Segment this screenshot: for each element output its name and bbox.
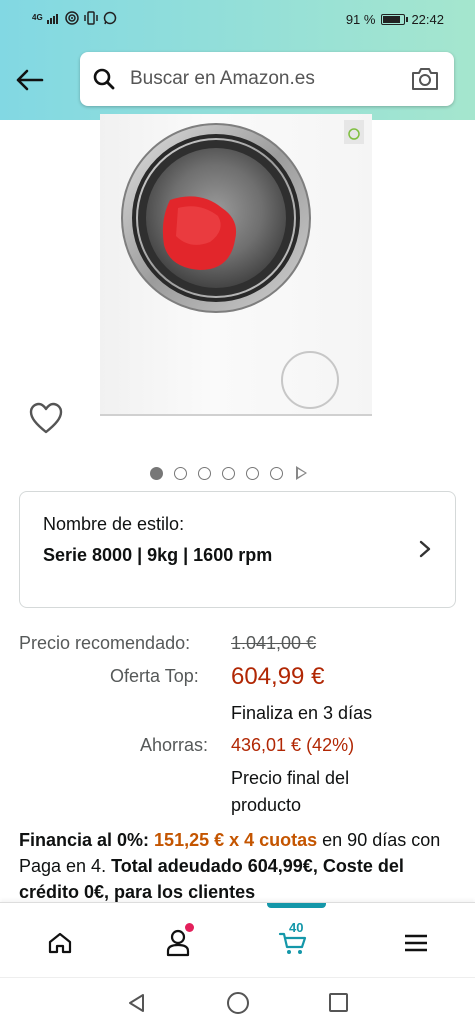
video-play-icon[interactable] xyxy=(296,466,307,480)
search-icon xyxy=(93,68,115,90)
vibrate-icon xyxy=(83,11,98,25)
search-input[interactable]: Buscar en Amazon.es xyxy=(130,68,315,90)
final-price-note: Precio final del producto xyxy=(231,768,350,815)
signal-icon xyxy=(46,14,58,24)
whatsapp-icon xyxy=(103,11,116,25)
home-icon xyxy=(48,932,72,954)
status-icons-right: 91 % 22:42 xyxy=(346,12,444,27)
financing-info: Financia al 0%: 151,25 € x 4 cuotas en 9… xyxy=(19,827,459,905)
offer-price: 604,99 € xyxy=(231,663,325,690)
battery-icon xyxy=(381,14,409,25)
savings-label: Ahorras: xyxy=(140,735,209,755)
cart-active-indicator xyxy=(267,903,326,908)
carousel-dot[interactable] xyxy=(150,466,163,480)
recommended-price-label: Precio recomendado: xyxy=(19,633,191,653)
product-image[interactable] xyxy=(100,114,372,416)
carousel-dot[interactable] xyxy=(270,466,283,480)
back-button[interactable] xyxy=(12,62,48,98)
status-icons-left: 4G xyxy=(32,11,117,25)
status-bar: 4G 91 % 22:42 xyxy=(0,0,475,40)
style-selector[interactable]: Nombre de estilo: Serie 8000 | 9kg | 160… xyxy=(19,491,456,608)
bottom-nav xyxy=(0,902,475,977)
battery-text: 91 % xyxy=(345,12,376,27)
search-bar[interactable]: Buscar en Amazon.es xyxy=(80,52,454,106)
notification-dot xyxy=(185,923,194,932)
washing-machine-illustration xyxy=(121,120,364,409)
hotspot-icon xyxy=(64,11,79,25)
camera-icon[interactable] xyxy=(410,66,440,92)
carousel-dot[interactable] xyxy=(198,466,211,480)
savings-value: 436,01 € (42%) xyxy=(231,735,355,755)
recommended-price-value: 1.041,00 € xyxy=(231,633,317,653)
android-nav-bar xyxy=(0,977,475,1029)
heart-icon[interactable] xyxy=(28,401,64,435)
offer-ends: Finaliza en 3 días xyxy=(231,703,373,723)
cart-count: 40 xyxy=(289,920,304,935)
financing-installments[interactable]: 151,25 € x 4 cuotas xyxy=(154,830,317,850)
nav-account[interactable] xyxy=(158,923,198,963)
hamburger-menu-icon xyxy=(405,934,427,952)
battery-fill xyxy=(383,16,401,23)
carousel-dot[interactable] xyxy=(174,466,187,480)
nav-home[interactable] xyxy=(40,923,80,963)
arrow-left-icon xyxy=(16,69,44,91)
offer-label: Oferta Top: xyxy=(110,666,199,686)
system-back-icon[interactable] xyxy=(126,992,148,1014)
nav-menu[interactable] xyxy=(396,923,436,963)
clock: 22:42 xyxy=(411,12,444,27)
header: 4G 91 % 22:42 Buscar en Amazon.es xyxy=(0,0,475,120)
system-recents-icon[interactable] xyxy=(329,993,348,1012)
carousel-dot[interactable] xyxy=(246,466,259,480)
user-icon xyxy=(166,929,190,957)
chevron-right-icon xyxy=(419,540,431,558)
screen: 4G 91 % 22:42 Buscar en Amazon.es Nombre… xyxy=(0,0,475,1029)
style-label: Nombre de estilo: xyxy=(43,514,185,534)
network-label: 4G xyxy=(32,13,43,22)
carousel-dot[interactable] xyxy=(222,466,235,480)
system-home-icon[interactable] xyxy=(227,992,249,1014)
image-carousel-dots[interactable] xyxy=(150,466,307,480)
style-value: Serie 8000 | 9kg | 1600 rpm xyxy=(43,545,273,565)
financing-prefix: Financia al 0%: xyxy=(19,830,155,850)
